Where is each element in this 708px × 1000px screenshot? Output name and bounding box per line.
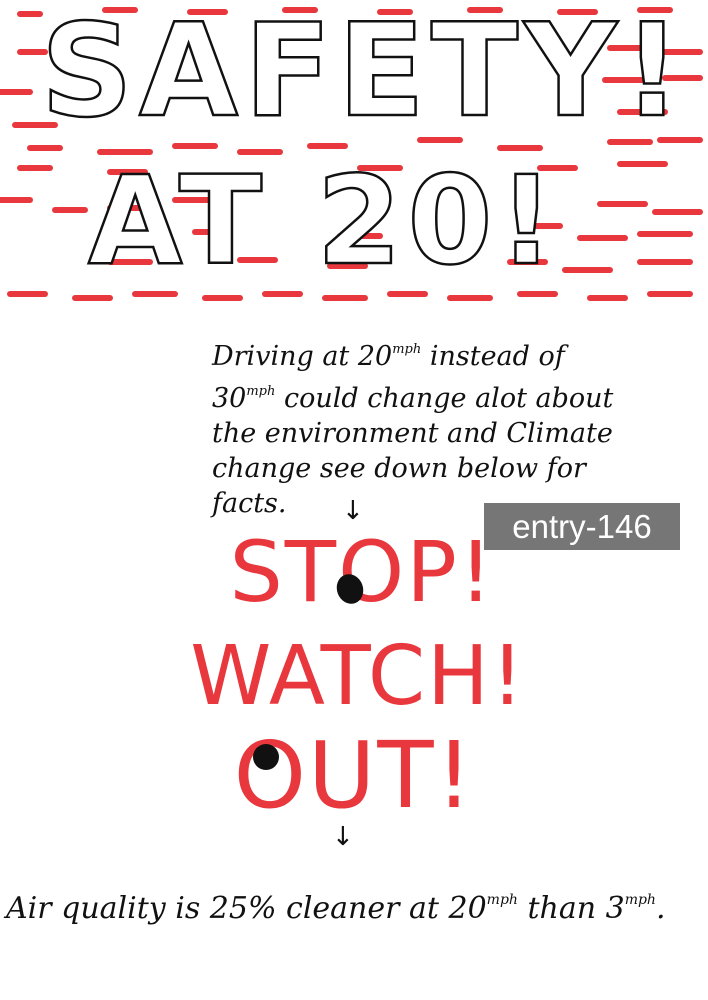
intro-paragraph: Driving at 20mph instead of 30mph could … [212, 332, 622, 521]
fact-unit-2: mph [624, 892, 656, 908]
fact-text-1: Air quality is 25% cleaner at 20 [6, 891, 487, 926]
fact-unit-1: mph [486, 892, 518, 908]
warning-watch: WATCH! [190, 629, 526, 724]
fact-text-2: than 3 [517, 891, 625, 926]
down-arrow-icon: ↓ [332, 822, 354, 852]
intro-text-1: Driving at 20 [212, 341, 393, 372]
intro-unit-2: mph [246, 384, 276, 399]
title-safety: SAFETY! [40, 0, 688, 146]
ink-blot [253, 744, 279, 770]
fact-line: Air quality is 25% cleaner at 20mph than… [6, 880, 706, 929]
fact-text-3: . [655, 891, 666, 926]
intro-unit-1: mph [392, 342, 422, 357]
title-at-20: AT 20! [87, 150, 561, 292]
intro-text-3: could change alot about the environment … [212, 383, 614, 519]
warning-out: OUT! [233, 722, 475, 829]
down-arrow-icon: ↓ [342, 496, 364, 526]
poster-page: SAFETY! AT 20! Driving at 20mph instead … [0, 0, 708, 1000]
